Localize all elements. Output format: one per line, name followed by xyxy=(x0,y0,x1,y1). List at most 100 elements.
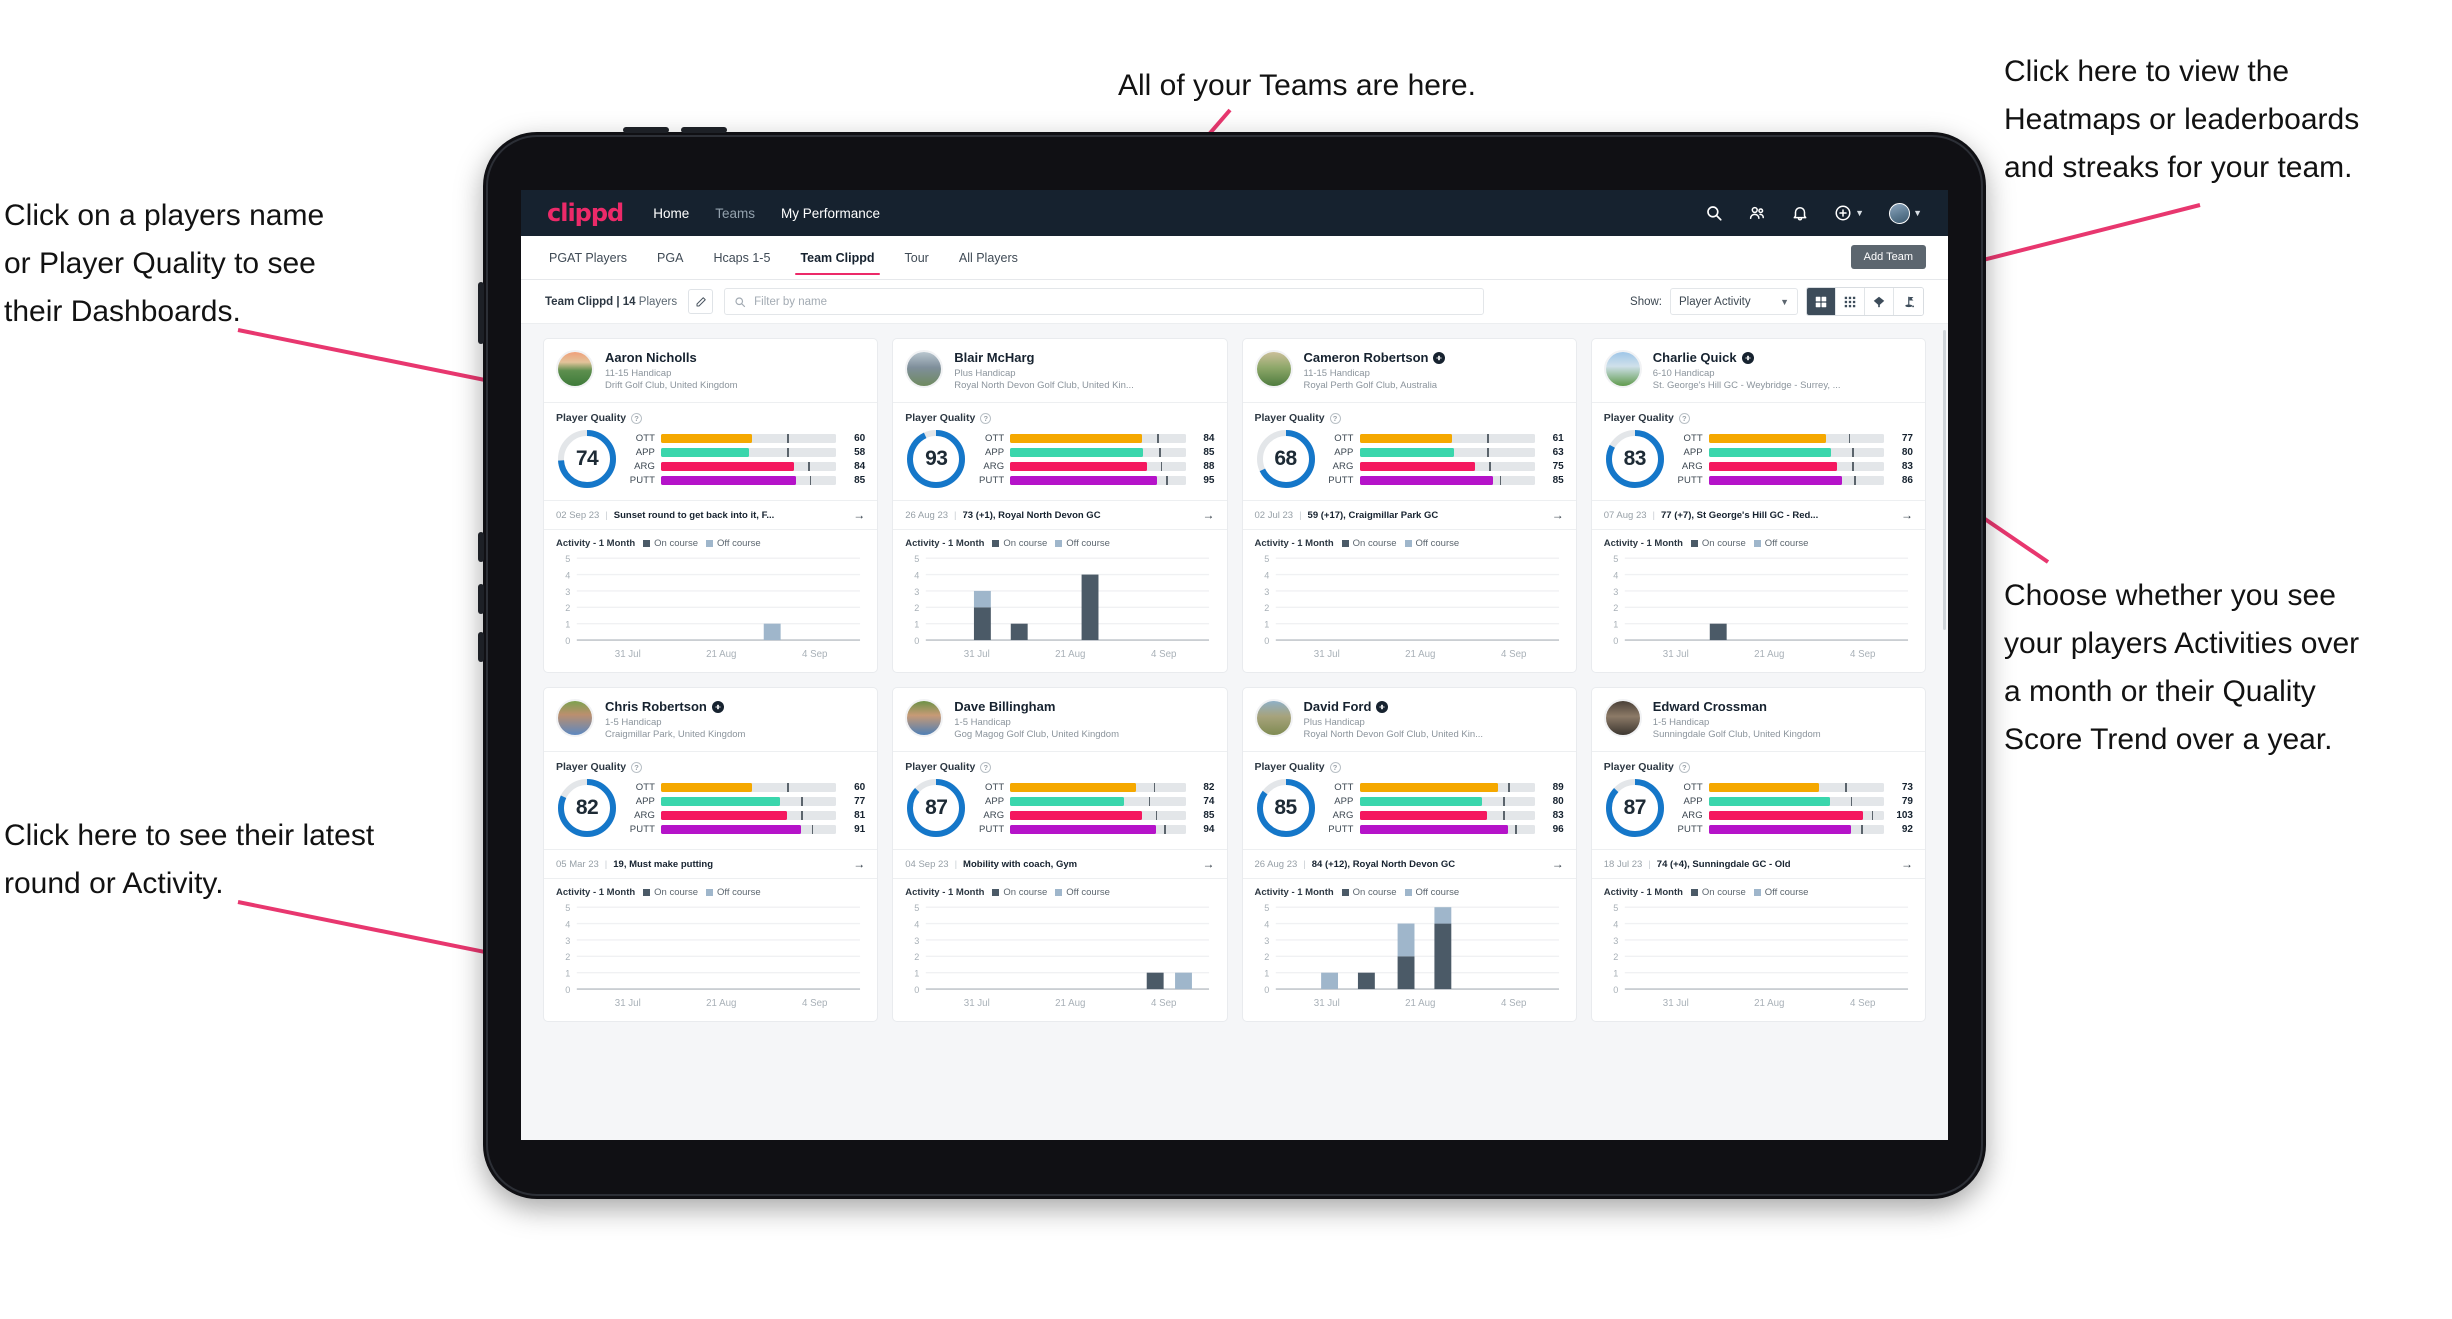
latest-activity-row[interactable]: 05 Mar 23 | 19, Must make putting → xyxy=(544,849,878,880)
player-card[interactable]: Blair McHarg Plus Handicap Royal North D… xyxy=(892,338,1228,674)
people-icon[interactable] xyxy=(1748,204,1766,222)
grid-view-button[interactable] xyxy=(1807,288,1836,315)
edit-team-button[interactable] xyxy=(688,289,714,314)
latest-activity-row[interactable]: 02 Sep 23 | Sunset round to get back int… xyxy=(544,500,878,530)
quality-score-ring[interactable]: 93 xyxy=(905,428,967,490)
clippd-logo[interactable]: clippd xyxy=(547,199,624,227)
player-name[interactable]: Cameron Robertson xyxy=(1304,350,1564,365)
quality-score-ring[interactable]: 68 xyxy=(1255,428,1317,490)
player-quality-body[interactable]: 85 OTT 89 APP 80 ARG 83 PUTT 96 xyxy=(1243,773,1576,849)
arrow-right-icon[interactable]: → xyxy=(1197,857,1215,871)
player-avatar[interactable] xyxy=(905,699,944,738)
player-quality-body[interactable]: 82 OTT 60 APP 77 ARG 81 PUTT 91 xyxy=(544,773,877,849)
player-quality-body[interactable]: 87 OTT 73 APP 79 ARG 103 PUTT 92 xyxy=(1592,773,1925,849)
player-name[interactable]: Edward Crossman xyxy=(1653,699,1913,714)
scrollbar[interactable] xyxy=(1943,330,1946,630)
latest-activity-row[interactable]: 02 Jul 23 | 59 (+17), Craigmillar Park G… xyxy=(1242,500,1576,530)
subtab-pga[interactable]: PGA xyxy=(655,238,685,277)
player-quality-body[interactable]: 93 OTT 84 APP 85 ARG 88 PUTT 95 xyxy=(893,424,1226,500)
player-quality-body[interactable]: 74 OTT 60 APP 58 ARG 84 PUTT 85 xyxy=(544,424,877,500)
dense-grid-view-button[interactable] xyxy=(1836,288,1865,315)
player-card[interactable]: Charlie Quick 6-10 Handicap St. George's… xyxy=(1590,338,1926,674)
help-icon[interactable]: ? xyxy=(1329,761,1341,773)
player-card-header[interactable]: Charlie Quick 6-10 Handicap St. George's… xyxy=(1592,339,1925,402)
help-icon[interactable]: ? xyxy=(1329,412,1341,424)
help-icon[interactable]: ? xyxy=(631,412,643,424)
subtab-tour[interactable]: Tour xyxy=(903,238,931,277)
create-menu[interactable]: ▼ xyxy=(1834,204,1864,222)
latest-activity-row[interactable]: 07 Aug 23 | 77 (+7), St George's Hill GC… xyxy=(1591,500,1925,530)
player-quality-body[interactable]: 87 OTT 82 APP 74 ARG 85 PUTT 94 xyxy=(893,773,1226,849)
subtab-hcaps-1-5[interactable]: Hcaps 1-5 xyxy=(711,238,772,277)
nav-item-teams[interactable]: Teams xyxy=(715,206,755,221)
add-team-button[interactable]: Add Team xyxy=(1850,245,1926,269)
arrow-right-icon[interactable]: → xyxy=(1546,508,1564,522)
player-avatar[interactable] xyxy=(556,350,594,388)
subtab-pgat-players[interactable]: PGAT Players xyxy=(547,238,629,277)
avatar[interactable] xyxy=(1889,202,1911,224)
player-name[interactable]: Dave Billingham xyxy=(954,699,1214,714)
quality-score-ring[interactable]: 87 xyxy=(905,777,967,839)
help-icon[interactable]: ? xyxy=(980,412,992,424)
player-avatar[interactable] xyxy=(1254,699,1293,738)
player-card[interactable]: Cameron Robertson 11-15 Handicap Royal P… xyxy=(1241,338,1577,674)
player-card-header[interactable]: Chris Robertson 1-5 Handicap Craigmillar… xyxy=(544,688,877,751)
arrow-right-icon[interactable]: → xyxy=(1895,857,1913,871)
pencil-icon xyxy=(696,296,706,306)
player-card[interactable]: Aaron Nicholls 11-15 Handicap Drift Golf… xyxy=(543,338,879,674)
heatmap-view-button[interactable] xyxy=(1865,288,1894,315)
arrow-right-icon[interactable]: → xyxy=(1895,508,1913,522)
subtab-all-players[interactable]: All Players xyxy=(957,238,1020,277)
account-menu[interactable]: ▼ xyxy=(1889,202,1922,224)
arrow-right-icon[interactable]: → xyxy=(1546,857,1564,871)
leaderboard-view-button[interactable] xyxy=(1894,288,1923,315)
player-card-header[interactable]: Blair McHarg Plus Handicap Royal North D… xyxy=(893,339,1226,402)
player-name[interactable]: Charlie Quick xyxy=(1653,350,1913,365)
player-card[interactable]: David Ford Plus Handicap Royal North Dev… xyxy=(1241,687,1577,1023)
player-name[interactable]: Aaron Nicholls xyxy=(605,350,865,365)
latest-activity-row[interactable]: 26 Aug 23 | 84 (+12), Royal North Devon … xyxy=(1242,849,1576,880)
player-card-header[interactable]: Edward Crossman 1-5 Handicap Sunningdale… xyxy=(1592,688,1925,751)
player-avatar[interactable] xyxy=(1603,350,1642,388)
search-field-wrapper[interactable] xyxy=(724,288,1485,315)
player-quality-body[interactable]: 83 OTT 77 APP 80 ARG 83 PUTT 86 xyxy=(1592,424,1925,500)
player-card-header[interactable]: Dave Billingham 1-5 Handicap Gog Magog G… xyxy=(893,688,1226,751)
player-name[interactable]: Chris Robertson xyxy=(605,699,865,714)
show-select[interactable]: Player Activity ▼ xyxy=(1670,288,1798,315)
player-card[interactable]: Dave Billingham 1-5 Handicap Gog Magog G… xyxy=(892,687,1228,1023)
arrow-right-icon[interactable]: → xyxy=(847,508,865,522)
nav-item-home[interactable]: Home xyxy=(653,206,689,221)
player-card-header[interactable]: Cameron Robertson 11-15 Handicap Royal P… xyxy=(1243,339,1576,402)
help-icon[interactable]: ? xyxy=(980,761,992,773)
plus-circle-icon[interactable] xyxy=(1834,204,1852,222)
arrow-right-icon[interactable]: → xyxy=(847,857,865,871)
help-icon[interactable]: ? xyxy=(1678,761,1690,773)
player-card-header[interactable]: David Ford Plus Handicap Royal North Dev… xyxy=(1243,688,1576,751)
player-name[interactable]: David Ford xyxy=(1304,699,1564,714)
player-name[interactable]: Blair McHarg xyxy=(954,350,1214,365)
quality-score-ring[interactable]: 87 xyxy=(1604,777,1666,839)
arrow-right-icon[interactable]: → xyxy=(1197,508,1215,522)
player-card-header[interactable]: Aaron Nicholls 11-15 Handicap Drift Golf… xyxy=(544,339,877,402)
subtab-team-clippd[interactable]: Team Clippd xyxy=(795,238,880,277)
player-card[interactable]: Chris Robertson 1-5 Handicap Craigmillar… xyxy=(543,687,879,1023)
quality-score-ring[interactable]: 83 xyxy=(1604,428,1666,490)
player-card[interactable]: Edward Crossman 1-5 Handicap Sunningdale… xyxy=(1590,687,1926,1023)
nav-item-my-performance[interactable]: My Performance xyxy=(781,206,880,221)
search-icon[interactable] xyxy=(1705,204,1723,222)
player-avatar[interactable] xyxy=(1603,699,1642,738)
help-icon[interactable]: ? xyxy=(631,761,643,773)
quality-score-ring[interactable]: 82 xyxy=(556,777,618,839)
help-icon[interactable]: ? xyxy=(1678,412,1690,424)
latest-activity-row[interactable]: 26 Aug 23 | 73 (+1), Royal North Devon G… xyxy=(893,500,1227,530)
player-avatar[interactable] xyxy=(905,350,944,388)
latest-activity-row[interactable]: 18 Jul 23 | 74 (+4), Sunningdale GC - Ol… xyxy=(1591,849,1925,880)
search-input[interactable] xyxy=(754,295,1475,308)
latest-activity-row[interactable]: 04 Sep 23 | Mobility with coach, Gym → xyxy=(893,849,1227,880)
player-quality-body[interactable]: 68 OTT 61 APP 63 ARG 75 PUTT 85 xyxy=(1243,424,1576,500)
player-avatar[interactable] xyxy=(1254,350,1293,388)
quality-score-ring[interactable]: 85 xyxy=(1255,777,1317,839)
player-avatar[interactable] xyxy=(556,699,594,738)
bell-icon[interactable] xyxy=(1791,204,1809,222)
quality-score-ring[interactable]: 74 xyxy=(556,428,618,490)
